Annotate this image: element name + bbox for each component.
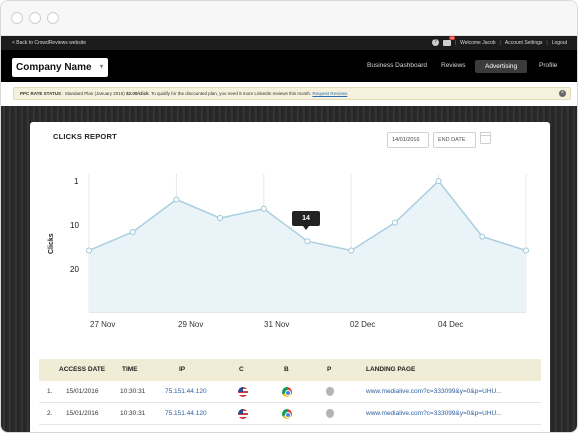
y-tick-label: 10 bbox=[70, 221, 79, 230]
data-point bbox=[260, 205, 267, 212]
nav-reviews[interactable]: Reviews bbox=[441, 62, 466, 69]
y-tick-label: 1 bbox=[74, 177, 79, 186]
data-point bbox=[523, 247, 529, 254]
table-header: ACCESS DATE TIME IP C B P LANDING PAGE bbox=[39, 359, 541, 381]
access-time: 10:30:31 bbox=[120, 410, 146, 417]
data-point bbox=[86, 247, 92, 254]
window-maximize-dot[interactable] bbox=[47, 12, 59, 24]
chart-tooltip: 14 bbox=[292, 211, 320, 230]
x-tick-label: 27 Nov bbox=[90, 320, 116, 329]
logout-link[interactable]: Logout bbox=[552, 40, 567, 46]
ip-link[interactable]: 75.151.44.120 bbox=[165, 388, 207, 395]
ppc-plan-text: : Standard Plan (January 2016) bbox=[61, 91, 127, 96]
chrome-icon bbox=[282, 409, 292, 419]
row-number: 2. bbox=[47, 410, 53, 417]
access-date: 15/01/2016 bbox=[66, 388, 99, 395]
col-ip[interactable]: IP bbox=[179, 366, 185, 373]
col-time[interactable]: TIME bbox=[122, 366, 138, 373]
us-flag-icon bbox=[238, 409, 248, 419]
access-date: 15/01/2016 bbox=[66, 410, 99, 417]
x-tick-label: 04 Dec bbox=[438, 320, 464, 329]
y-tick-label: 20 bbox=[70, 265, 79, 274]
ppc-label: PPC RATE STATUS bbox=[20, 91, 62, 96]
us-flag-icon bbox=[238, 387, 248, 397]
utility-bar: < Back to CrowdReviews website ? 10 | We… bbox=[1, 35, 577, 50]
data-point bbox=[435, 178, 442, 184]
col-landing-page[interactable]: LANDING PAGE bbox=[366, 366, 415, 373]
x-tick-label: 29 Nov bbox=[178, 320, 204, 329]
browser-window: < Back to CrowdReviews website ? 10 | We… bbox=[0, 0, 578, 433]
data-point bbox=[304, 238, 311, 245]
landing-page-link[interactable]: www.medialive.com?c=333099&y=0&p=UHU... bbox=[366, 388, 502, 395]
data-point bbox=[479, 233, 486, 240]
col-platform[interactable]: P bbox=[327, 366, 331, 373]
request-reviews-link[interactable]: Request Reviews bbox=[312, 91, 347, 96]
window-close-dot[interactable] bbox=[11, 12, 23, 24]
ppc-rate: $2.00/click bbox=[126, 91, 149, 96]
data-point bbox=[173, 196, 180, 203]
series-area bbox=[89, 181, 526, 312]
chrome-icon bbox=[282, 387, 292, 397]
back-to-website-link[interactable]: < Back to CrowdReviews website bbox=[12, 40, 86, 46]
data-point bbox=[129, 228, 136, 235]
nav-business-dashboard[interactable]: Business Dashboard bbox=[367, 62, 427, 69]
table-row: 1. 15/01/2016 10:30:31 75.151.44.120 www… bbox=[39, 381, 541, 403]
ppc-status-banner: PPC RATE STATUS : Standard Plan (January… bbox=[13, 87, 571, 100]
clicks-report-card: CLICKS REPORT 14/01/2016 END DATE 1 10 2… bbox=[30, 122, 550, 432]
company-selector[interactable]: Company Name ▾ bbox=[12, 58, 108, 77]
mail-icon[interactable]: 10 bbox=[442, 35, 455, 46]
mail-badge: 10 bbox=[449, 35, 455, 40]
ip-link[interactable]: 75.151.44.120 bbox=[165, 410, 207, 417]
chevron-down-icon: ▾ bbox=[99, 64, 103, 70]
col-access-date[interactable]: ACCESS DATE bbox=[59, 366, 105, 373]
data-point bbox=[217, 215, 224, 222]
close-icon[interactable]: × bbox=[559, 90, 566, 97]
table-row: 2. 15/01/2016 10:30:31 75.151.44.120 www… bbox=[39, 403, 541, 425]
company-name: Company Name bbox=[16, 62, 92, 73]
apple-icon bbox=[326, 409, 334, 418]
welcome-text: Welcome Jacob bbox=[460, 39, 496, 46]
col-browser[interactable]: B bbox=[284, 366, 289, 373]
access-time: 10:30:31 bbox=[120, 388, 146, 395]
landing-page-link[interactable]: www.medialive.com?c=333099&y=0&p=UHU... bbox=[366, 410, 502, 417]
row-number: 1. bbox=[47, 388, 53, 395]
y-axis-title: Clicks bbox=[48, 233, 55, 254]
x-tick-label: 31 Nov bbox=[264, 320, 290, 329]
help-icon[interactable]: ? bbox=[431, 39, 439, 46]
window-minimize-dot[interactable] bbox=[29, 12, 41, 24]
data-point bbox=[391, 219, 398, 226]
col-country[interactable]: C bbox=[239, 366, 244, 373]
window-titlebar bbox=[1, 1, 577, 36]
clicks-table: ACCESS DATE TIME IP C B P LANDING PAGE 1… bbox=[39, 359, 541, 425]
apple-icon bbox=[326, 387, 334, 396]
nav-advertising[interactable]: Advertising bbox=[475, 60, 528, 73]
nav-profile[interactable]: Profile bbox=[539, 62, 557, 69]
ppc-message: . To qualify for the discounted plan, yo… bbox=[148, 91, 313, 96]
account-settings-link[interactable]: Account Settings bbox=[505, 40, 543, 46]
x-tick-label: 02 Dec bbox=[350, 320, 376, 329]
data-point bbox=[348, 247, 355, 254]
